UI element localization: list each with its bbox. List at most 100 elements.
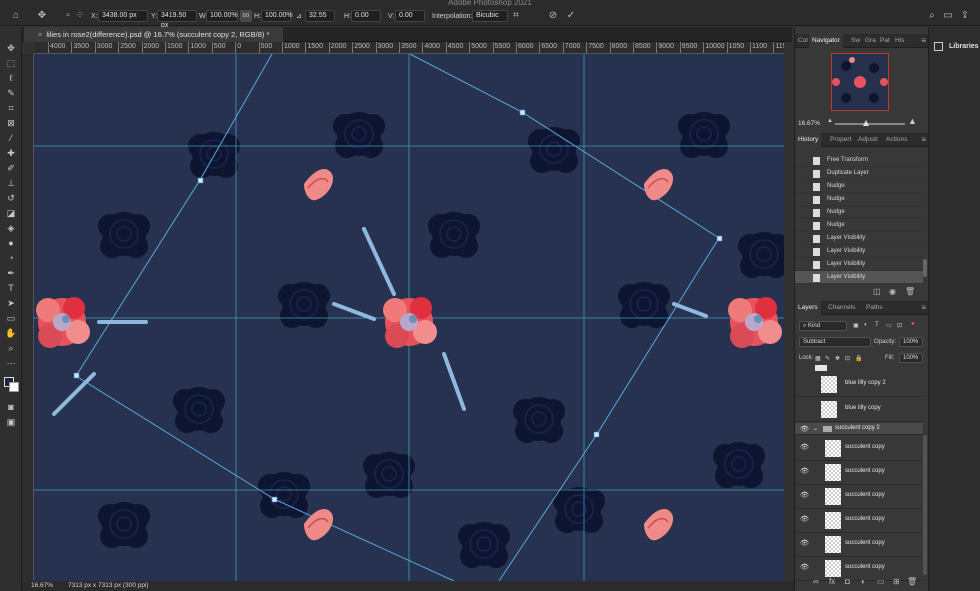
more-tools-icon[interactable]: ⋯ [4,358,18,369]
tab-layers[interactable]: Layers [795,301,821,315]
lock-pixels-icon[interactable]: ▦ [815,355,821,362]
layer-style-icon[interactable]: fx [829,577,835,586]
fill-field[interactable]: 100% [899,353,923,363]
tab-history[interactable]: History [795,133,822,147]
brush-tool-icon[interactable]: ✐ [4,163,18,174]
visibility-eye-icon[interactable]: 👁 [800,564,809,572]
libraries-icon[interactable] [934,42,943,51]
tab-adjustments[interactable]: Adjustr [855,133,881,147]
navigator-zoom-slider[interactable] [835,123,905,125]
panel-menu-icon[interactable]: ≡ [921,301,926,315]
layer-row[interactable]: blue lilly copy 2 [795,373,923,397]
filter-type-icon[interactable]: T [875,322,879,328]
document-canvas[interactable] [34,54,784,581]
history-state[interactable]: Layer Visibility [795,232,923,245]
history-state[interactable]: Duplicate Layer [795,167,923,180]
blend-mode-select[interactable]: Subtract [799,337,871,347]
x-field[interactable]: 3438.00 px [98,10,148,22]
tab-paths[interactable]: Paths [863,301,886,315]
tab-properties[interactable]: Propert [827,133,854,147]
horizontal-ruler[interactable]: 4000 3500 3000 2500 2000 1500 1000 500 0 500 1000 1… [34,42,784,54]
hskew-field[interactable]: 0.00 [351,10,381,22]
quick-mask-icon[interactable]: ◙ [4,402,18,413]
new-document-from-state-icon[interactable]: ◫ [873,287,881,296]
delete-layer-icon[interactable]: 🗑 [907,577,917,586]
visibility-toggle[interactable] [800,405,808,413]
reference-point-icon[interactable]: ▫ [62,10,74,22]
rectangle-tool-icon[interactable]: ▭ [4,313,18,324]
history-state[interactable]: Nudge [795,193,923,206]
search-icon[interactable]: ⌕ [926,10,938,22]
visibility-eye-icon[interactable]: 👁 [800,444,809,452]
filter-smart-icon[interactable]: ⊡ [897,322,902,329]
link-icon[interactable]: ∞ [240,10,252,22]
eyedropper-icon[interactable]: ⁄ [4,133,18,144]
lock-paint-icon[interactable]: ✎ [825,355,830,362]
crop-tool-icon[interactable]: ⌗ [4,103,18,114]
link-layers-icon[interactable]: ∞ [813,577,819,586]
navigator-slider-knob[interactable] [863,120,869,126]
visibility-toggle[interactable] [800,380,808,388]
layer-row[interactable]: 👁 succulent copy [795,485,923,509]
frame-tool-icon[interactable]: ⊠ [4,118,18,129]
visibility-eye-icon[interactable]: 👁 [800,540,809,548]
layer-filter-select[interactable]: ⌕ Kind [799,321,847,331]
add-mask-icon[interactable]: ◘ [845,577,850,586]
navigator-zoom-value[interactable]: 16.67% [798,120,820,127]
close-tab-icon[interactable]: × [38,27,42,42]
tab-patterns[interactable]: Pat [877,34,893,48]
zoom-readout[interactable]: 16.67% [31,581,53,591]
warp-icon[interactable]: ⌗ [510,10,522,22]
move-tool-icon[interactable]: ✥ [4,43,18,54]
filter-pixel-icon[interactable]: ▣ [853,322,859,329]
history-state[interactable]: Nudge [795,180,923,193]
new-layer-icon[interactable]: ⊞ [893,577,900,586]
lock-artboard-icon[interactable]: ⊡ [845,355,850,362]
snapshot-icon[interactable]: ◉ [889,287,896,296]
history-brush-icon[interactable]: ↺ [4,193,18,204]
history-state[interactable]: Layer Visibility [795,258,923,271]
tab-history-short[interactable]: His [892,34,907,48]
zoom-tool-icon[interactable]: ⌕ [4,343,18,354]
move-tool-icon[interactable]: ✥ [36,10,48,22]
layers-scrollbar[interactable] [923,435,927,575]
new-group-icon[interactable]: ▭ [877,577,885,586]
zoom-in-icon[interactable]: ▲ [908,116,917,126]
zoom-out-icon[interactable]: ▲ [827,118,833,124]
vskew-field[interactable]: 0.00 [395,10,425,22]
layer-row[interactable]: 👁 succulent copy [795,461,923,485]
paint-bucket-icon[interactable]: ◈ [4,223,18,234]
workspace-icon[interactable]: ▭ [942,10,954,22]
lasso-tool-icon[interactable]: ℓ [4,73,18,84]
height-field[interactable]: 100.00% [261,10,293,22]
lock-position-icon[interactable]: ✥ [835,355,840,362]
cancel-transform-icon[interactable]: ⊘ [547,10,559,22]
tab-navigator[interactable]: Navigator [809,34,843,48]
history-state[interactable]: Nudge [795,219,923,232]
panel-menu-icon[interactable]: ≡ [921,133,926,147]
width-field[interactable]: 100.00% [206,10,238,22]
blur-tool-icon[interactable]: ● [4,238,18,249]
group-disclosure-icon[interactable]: ⌄ [813,425,818,432]
document-tab[interactable]: × lilies in rose2(difference).psd @ 16.7%… [24,27,284,42]
visibility-eye-icon[interactable]: 👁 [800,516,809,524]
history-state[interactable]: Nudge [795,206,923,219]
panel-menu-icon[interactable]: ≡ [921,34,926,48]
path-select-icon[interactable]: ➤ [4,298,18,309]
tab-swatches[interactable]: Sw [848,34,863,48]
clone-stamp-icon[interactable]: ⊥ [4,178,18,189]
lock-all-icon[interactable]: 🔒 [855,355,862,362]
marquee-tool-icon[interactable]: ⬚ [4,58,18,69]
dodge-tool-icon[interactable]: ◔ [4,253,18,264]
layer-row[interactable]: 👁 succulent copy [795,509,923,533]
history-state[interactable]: Layer Visibility [795,245,923,258]
angle-field[interactable]: 32.55 [305,10,335,22]
visibility-eye-icon[interactable]: 👁 [800,492,809,500]
visibility-eye-icon[interactable]: 👁 [800,425,809,433]
history-scrollbar[interactable] [923,259,927,277]
screen-mode-icon[interactable]: ▣ [4,417,18,428]
eraser-tool-icon[interactable]: ◪ [4,208,18,219]
opacity-field[interactable]: 100% [899,337,923,347]
healing-brush-icon[interactable]: ✚ [4,148,18,159]
adjustment-layer-icon[interactable]: ◐ [861,577,866,586]
